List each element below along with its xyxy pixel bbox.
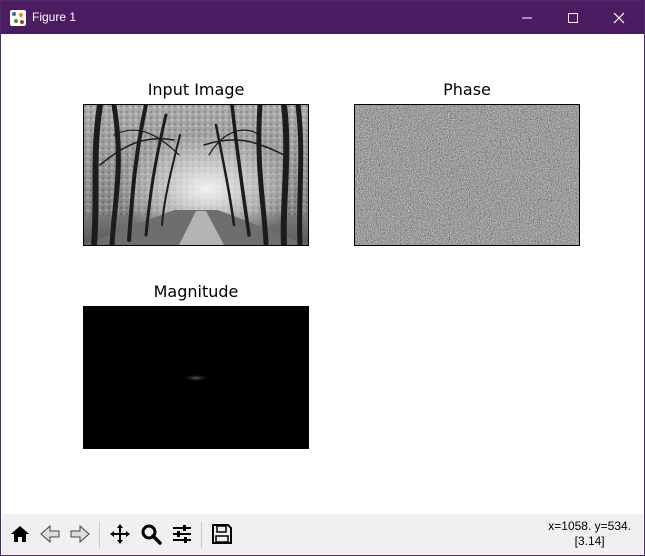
zoom-icon [141,524,162,545]
save-button[interactable] [208,520,236,548]
save-icon [212,524,232,544]
toolbar-separator [201,522,202,548]
phase-noise-image [355,105,579,245]
coords-value: [3.14] [574,534,605,548]
zoom-button[interactable] [137,520,165,548]
back-arrow-icon [40,524,60,544]
matplotlib-app-icon [10,10,26,26]
magnitude-axes[interactable] [83,306,309,449]
minimize-icon [522,17,532,18]
minimize-button[interactable] [504,1,550,34]
close-button[interactable] [596,1,642,34]
toolbar-separator [99,522,100,548]
figure-canvas[interactable]: Input Image Phase Magnitude [2,34,643,514]
magnitude-spectrum-image [84,307,308,448]
phase-axes[interactable] [354,104,580,246]
close-icon [613,12,625,23]
title-bar[interactable]: Figure 1 [1,1,644,34]
window-title: Figure 1 [32,10,77,24]
navigation-toolbar: x=1058. y=534. [3.14] [2,514,643,555]
back-button[interactable] [36,520,64,548]
input-image-title: Input Image [147,80,245,99]
forward-button[interactable] [66,520,94,548]
figure-window: Figure 1 Input Image Phase Magnitude x=1… [0,0,645,556]
phase-title: Phase [443,80,491,99]
maximize-button[interactable] [550,1,596,34]
home-icon [11,526,29,542]
coords-xy: x=1058. y=534. [548,519,631,533]
magnitude-title: Magnitude [153,282,239,301]
forward-arrow-icon [70,524,90,544]
pan-button[interactable] [106,520,134,548]
cursor-coordinates: x=1058. y=534. [3.14] [548,519,631,549]
input-image-axes[interactable] [83,104,309,246]
forest-image [84,105,308,245]
home-button[interactable] [6,520,34,548]
move-icon [110,524,130,544]
maximize-icon [568,12,578,23]
sliders-icon [173,525,191,543]
configure-subplots-button[interactable] [168,520,196,548]
